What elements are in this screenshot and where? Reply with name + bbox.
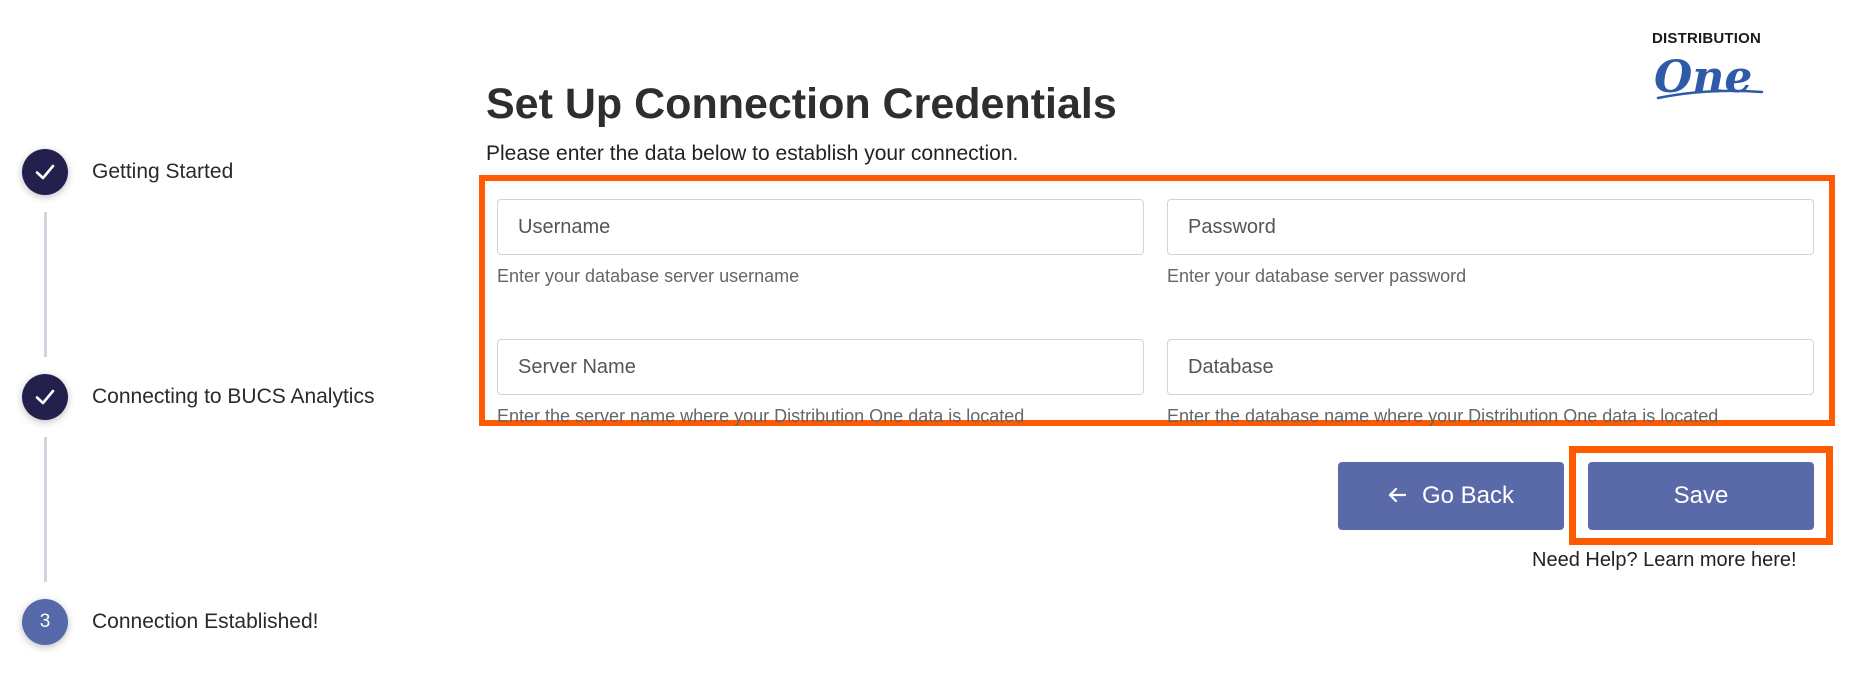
arrow-left-icon <box>1388 483 1407 509</box>
database-help: Enter the database name where your Distr… <box>1167 406 1719 426</box>
page-subtitle: Please enter the data below to establish… <box>486 142 1019 165</box>
step-label: Getting Started <box>92 160 234 183</box>
step-connection-established: 3 Connection Established! <box>22 599 318 645</box>
check-icon <box>22 374 68 420</box>
step-connector <box>44 212 47 357</box>
step-label: Connection Established! <box>92 610 319 633</box>
step-getting-started: Getting Started <box>22 149 233 195</box>
step-connector <box>44 437 47 582</box>
distribution-one-logo: DISTRIBUTION One <box>1652 30 1766 108</box>
username-field: Enter your database server username <box>497 199 1144 287</box>
help-link[interactable]: Need Help? Learn more here! <box>1532 549 1797 572</box>
server-name-field: Enter the server name where your Distrib… <box>497 339 1144 427</box>
credentials-form: Enter your database server username Ente… <box>479 175 1835 426</box>
database-input[interactable] <box>1167 339 1814 395</box>
logo-text: DISTRIBUTION <box>1652 30 1762 47</box>
credentials-panel: Set Up Connection Credentials Please ent… <box>479 0 1854 691</box>
server-name-help: Enter the server name where your Distrib… <box>497 406 1025 426</box>
logo-one-script: One <box>1654 52 1764 103</box>
step-connecting: Connecting to BUCS Analytics <box>22 374 374 420</box>
check-icon <box>22 149 68 195</box>
step-number: 3 <box>22 599 68 645</box>
password-help: Enter your database server password <box>1167 266 1467 286</box>
go-back-button[interactable]: Go Back <box>1338 462 1564 530</box>
password-input[interactable] <box>1167 199 1814 255</box>
page-title: Set Up Connection Credentials <box>486 80 1117 128</box>
username-help: Enter your database server username <box>497 266 800 286</box>
username-input[interactable] <box>497 199 1144 255</box>
go-back-label: Go Back <box>1421 482 1515 509</box>
progress-stepper: Getting Started Connecting to BUCS Analy… <box>0 0 420 691</box>
save-button[interactable]: Save <box>1588 462 1814 530</box>
database-field: Enter the database name where your Distr… <box>1167 339 1814 427</box>
password-field: Enter your database server password <box>1167 199 1814 287</box>
server-name-input[interactable] <box>497 339 1144 395</box>
step-label: Connecting to BUCS Analytics <box>92 385 375 408</box>
